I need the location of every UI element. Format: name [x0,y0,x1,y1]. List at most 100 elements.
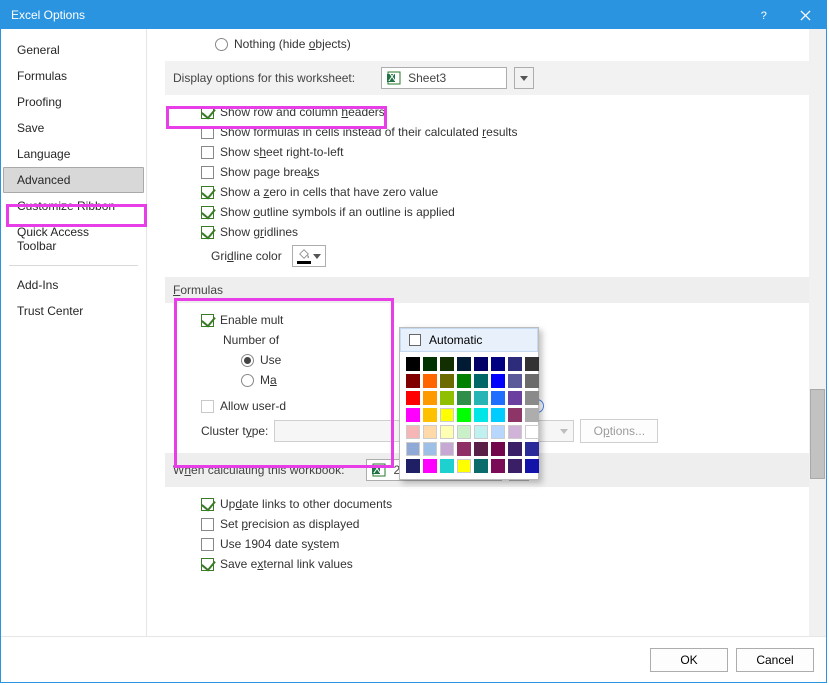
automatic-swatch [409,334,421,346]
color-swatch[interactable] [474,459,488,473]
sidebar-item-proofing[interactable]: Proofing [3,89,144,115]
color-swatch[interactable] [423,425,437,439]
cb-1904[interactable] [201,538,214,551]
section-when-calculating-title: When calculating this workbook: [173,463,344,477]
color-swatch[interactable] [423,357,437,371]
color-swatch[interactable] [525,442,539,456]
color-swatch[interactable] [525,459,539,473]
paint-bucket-icon [297,248,311,264]
color-swatch[interactable] [525,425,539,439]
color-swatch[interactable] [525,391,539,405]
content-scrollbar[interactable] [809,29,826,636]
cb-page-breaks[interactable] [201,166,214,179]
radio-nothing-hide-objects[interactable] [215,38,228,51]
color-swatch[interactable] [406,357,420,371]
color-swatch[interactable] [406,425,420,439]
help-icon: ? [758,10,769,21]
color-swatch[interactable] [491,391,505,405]
cb-update-links[interactable] [201,498,214,511]
color-swatch[interactable] [491,408,505,422]
worksheet-picker[interactable]: X Sheet3 [381,67,507,89]
lbl-show-gridlines: Show gridlines [220,225,298,239]
gridline-color-button[interactable] [292,245,326,267]
sidebar-item-save[interactable]: Save [3,115,144,141]
color-swatch[interactable] [440,408,454,422]
color-swatch[interactable] [406,408,420,422]
color-swatch[interactable] [474,442,488,456]
cb-outline-symbols[interactable] [201,206,214,219]
lbl-show-formulas: Show formulas in cells instead of their … [220,125,518,139]
sidebar-item-trust-center[interactable]: Trust Center [3,298,144,324]
cb-right-to-left[interactable] [201,146,214,159]
sidebar-item-quick-access-toolbar[interactable]: Quick Access Toolbar [3,219,144,259]
color-swatch[interactable] [457,408,471,422]
cancel-button[interactable]: Cancel [736,648,814,672]
color-swatch[interactable] [406,442,420,456]
color-swatch[interactable] [406,374,420,388]
color-swatch[interactable] [440,357,454,371]
color-swatch[interactable] [457,442,471,456]
color-swatch[interactable] [423,391,437,405]
sidebar-item-customize-ribbon[interactable]: Customize Ribbon [3,193,144,219]
color-swatch[interactable] [440,374,454,388]
radio-use-all-processors[interactable] [241,354,254,367]
color-swatch[interactable] [457,391,471,405]
sidebar-item-add-ins[interactable]: Add-Ins [3,272,144,298]
color-swatch[interactable] [440,459,454,473]
sidebar-item-advanced[interactable]: Advanced [3,167,144,193]
color-swatch[interactable] [474,391,488,405]
sidebar-item-general[interactable]: General [3,37,144,63]
color-swatch[interactable] [508,425,522,439]
color-swatch[interactable] [508,391,522,405]
color-swatch[interactable] [440,391,454,405]
section-formulas-title: Formulas [173,283,223,297]
color-swatch[interactable] [525,357,539,371]
help-button[interactable]: ? [742,1,784,29]
worksheet-dropdown-button[interactable] [514,67,534,89]
cb-show-gridlines[interactable] [201,226,214,239]
color-swatch[interactable] [508,442,522,456]
scrollbar-thumb[interactable] [810,389,825,479]
radio-manual[interactable] [241,374,254,387]
cb-precision[interactable] [201,518,214,531]
cb-show-formulas[interactable] [201,126,214,139]
color-automatic[interactable]: Automatic [400,328,538,352]
color-swatch[interactable] [474,425,488,439]
color-swatch[interactable] [474,408,488,422]
lbl-outline-symbols: Show outline symbols if an outline is ap… [220,205,455,219]
color-swatch[interactable] [474,357,488,371]
cb-external-links[interactable] [201,558,214,571]
color-swatch[interactable] [440,425,454,439]
close-button[interactable] [784,1,826,29]
color-swatch[interactable] [491,425,505,439]
color-swatch[interactable] [457,425,471,439]
color-swatch[interactable] [508,459,522,473]
color-swatch[interactable] [406,459,420,473]
color-swatch[interactable] [457,357,471,371]
color-swatch[interactable] [423,442,437,456]
color-swatch[interactable] [423,408,437,422]
color-swatch[interactable] [491,374,505,388]
sidebar-item-language[interactable]: Language [3,141,144,167]
color-swatch[interactable] [491,357,505,371]
color-swatch[interactable] [491,442,505,456]
cb-zero-in-cells[interactable] [201,186,214,199]
color-swatch[interactable] [423,374,437,388]
category-sidebar: General Formulas Proofing Save Language … [1,29,147,636]
color-swatch[interactable] [525,374,539,388]
ok-button[interactable]: OK [650,648,728,672]
cb-enable-multithreaded[interactable] [201,314,214,327]
color-swatch[interactable] [406,391,420,405]
color-swatch[interactable] [457,459,471,473]
color-swatch[interactable] [508,374,522,388]
cb-row-col-headers[interactable] [201,106,214,119]
color-swatch[interactable] [474,374,488,388]
color-swatch[interactable] [508,357,522,371]
color-swatch[interactable] [457,374,471,388]
color-swatch[interactable] [491,459,505,473]
color-swatch[interactable] [440,442,454,456]
color-swatch[interactable] [525,408,539,422]
color-swatch[interactable] [423,459,437,473]
color-swatch[interactable] [508,408,522,422]
sidebar-item-formulas[interactable]: Formulas [3,63,144,89]
